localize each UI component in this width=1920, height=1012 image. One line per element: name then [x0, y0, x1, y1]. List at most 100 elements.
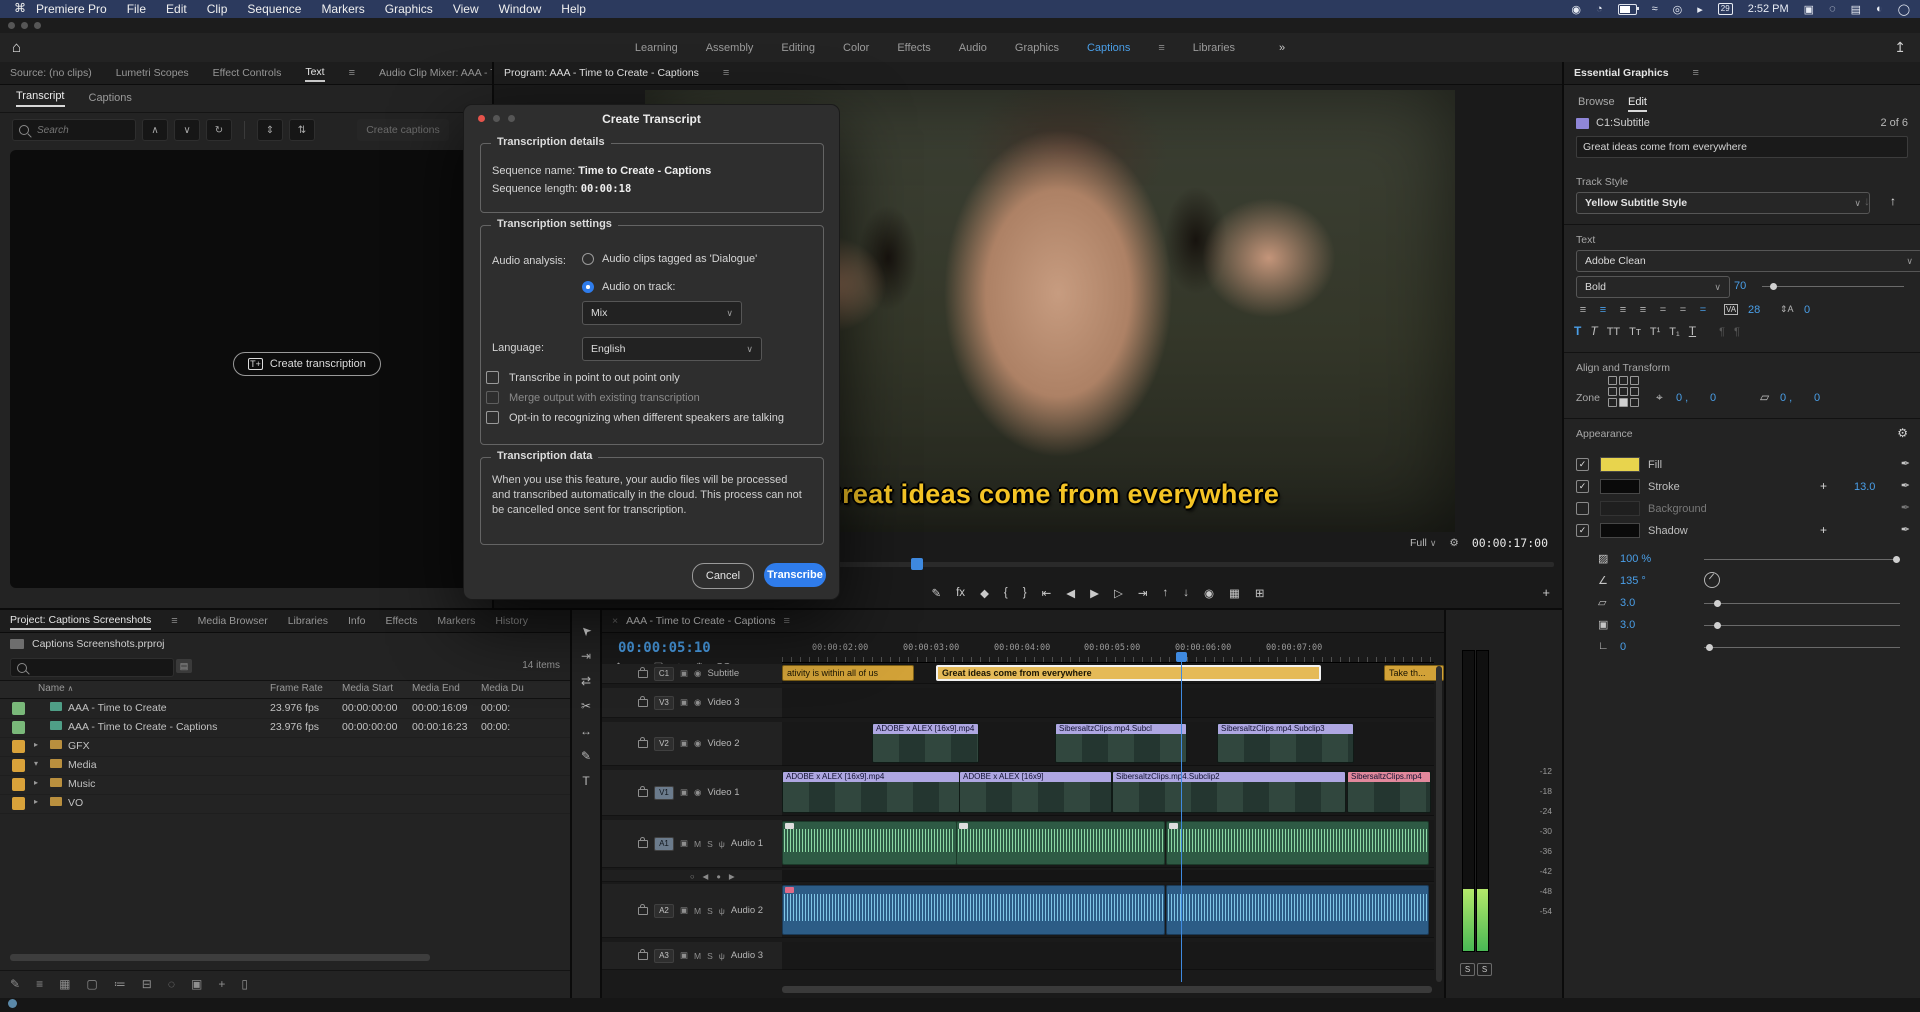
lock-icon[interactable]	[638, 670, 648, 678]
checkbox-icon[interactable]	[486, 411, 499, 424]
pen-icon[interactable]: ✎	[931, 586, 941, 600]
v2-track-content[interactable]: ADOBE x ALEX [16x9].mp4 SibersaltzClips.…	[782, 722, 1434, 766]
sync-lock-icon[interactable]: ▣	[680, 838, 688, 849]
tab-info[interactable]: Info	[348, 615, 366, 627]
a2-track-content[interactable]	[782, 884, 1434, 938]
font-style-dropdown[interactable]: Bold∨	[1576, 276, 1730, 298]
stroke-checkbox[interactable]: ✓	[1576, 480, 1589, 493]
justify-all-icon[interactable]: =	[1694, 302, 1712, 317]
v1-track-content[interactable]: ADOBE x ALEX [16x9].mp4 ADOBE x ALEX [16…	[782, 770, 1434, 816]
menu-item[interactable]: File	[127, 2, 146, 16]
program-settings-wrench-icon[interactable]: ⚙	[1449, 537, 1458, 549]
automate-sequence-icon[interactable]: ⊟	[142, 977, 152, 991]
add-shadow-icon[interactable]: +	[1820, 523, 1827, 537]
find-icon[interactable]: ◌	[168, 977, 175, 991]
mark-out-icon[interactable]: }	[1023, 587, 1027, 599]
subtab-captions[interactable]: Captions	[89, 92, 132, 104]
justify-last-center-icon[interactable]: =	[1654, 302, 1672, 317]
dialogue-radio-label[interactable]: Audio clips tagged as 'Dialogue'	[602, 253, 757, 265]
workspace-tab-assembly[interactable]: Assembly	[706, 42, 754, 54]
label-swatch[interactable]	[12, 702, 25, 715]
checkbox-icon[interactable]	[486, 371, 499, 384]
create-transcription-button[interactable]: T+ Create transcription	[233, 352, 381, 376]
tab-lumetri-scopes[interactable]: Lumetri Scopes	[116, 67, 189, 79]
language-dropdown[interactable]: English∨	[582, 337, 762, 361]
offset-y-value[interactable]: 0	[1814, 392, 1820, 404]
new-item-icon[interactable]: +	[218, 977, 225, 991]
stroke-swatch[interactable]	[1600, 479, 1640, 494]
all-caps-icon[interactable]: TT	[1607, 326, 1620, 338]
project-row[interactable]: ▸ Music	[0, 776, 570, 795]
eg-tab-browse[interactable]: Browse	[1578, 96, 1615, 108]
tab-source[interactable]: Source: (no clips)	[10, 67, 92, 79]
background-swatch[interactable]	[1600, 501, 1640, 516]
workspace-overflow-icon[interactable]: »	[1279, 42, 1285, 54]
apple-logo-icon[interactable]: ⌘	[14, 1, 26, 15]
align-center-icon[interactable]: ≡	[1594, 302, 1612, 317]
calendar-icon[interactable]: 29	[1718, 3, 1733, 15]
program-scrubber-playhead[interactable]	[911, 558, 923, 570]
info-icon[interactable]: ◎	[1673, 3, 1683, 16]
menu-item[interactable]: Clip	[207, 2, 228, 16]
caption-clip[interactable]: ativity is within all of us	[782, 665, 914, 681]
offset-x-value[interactable]: 0 ,	[1780, 392, 1792, 404]
timeline-timecode[interactable]: 00:00:05:10	[618, 640, 711, 656]
item-name[interactable]: GFX	[68, 740, 90, 752]
justify-last-left-icon[interactable]: ≡	[1634, 302, 1652, 317]
slider-knob[interactable]	[1714, 600, 1721, 607]
project-panel-menu-icon[interactable]: ≡	[171, 615, 177, 627]
window-minimize-button[interactable]	[21, 22, 28, 29]
track-output-icon[interactable]: ◉	[694, 697, 701, 708]
track-box[interactable]: C1	[654, 667, 674, 681]
font-size-slider[interactable]	[1762, 286, 1904, 287]
solo-button[interactable]: S	[707, 839, 713, 849]
share-icon[interactable]: ↥	[1894, 39, 1906, 56]
font-size-value[interactable]: 70	[1734, 280, 1746, 292]
workspace-tab-effects[interactable]: Effects	[897, 42, 930, 54]
video-clip[interactable]: ADOBE x ALEX [16x9].mp4	[782, 771, 960, 813]
shadow-opacity-slider[interactable]	[1704, 559, 1900, 560]
clock-icon[interactable]: ◔	[1596, 3, 1603, 15]
disclosure-arrow[interactable]: ▸	[34, 740, 38, 749]
track-output-icon[interactable]: ◉	[694, 738, 701, 749]
item-name[interactable]: Music	[68, 778, 95, 790]
button-editor-plus-icon[interactable]: +	[1542, 585, 1550, 600]
column-media-end[interactable]: Media End	[412, 683, 460, 694]
time-machine-icon[interactable]: ◯	[1898, 3, 1910, 16]
workspace-tab-learning[interactable]: Learning	[635, 42, 678, 54]
project-row[interactable]: ▾ Media	[0, 757, 570, 776]
label-swatch[interactable]	[12, 721, 25, 734]
transcript-search[interactable]	[12, 119, 136, 141]
fill-swatch[interactable]	[1600, 457, 1640, 472]
sync-lock-icon[interactable]: ▣	[680, 905, 688, 916]
workspace-tab-graphics[interactable]: Graphics	[1015, 42, 1059, 54]
creative-cloud-icon[interactable]: ◉	[1571, 3, 1581, 16]
column-name[interactable]: Name ∧	[38, 683, 73, 694]
delete-icon[interactable]: ▯	[241, 977, 248, 991]
ltr-paragraph-icon[interactable]: ¶	[1719, 326, 1725, 338]
caption-clip-selected[interactable]: Great ideas come from everywhere	[936, 665, 1321, 681]
playhead-line[interactable]	[1181, 662, 1182, 982]
window-close-button[interactable]	[8, 22, 15, 29]
workspace-menu-icon[interactable]: ≡	[1158, 42, 1164, 54]
tab-essential-graphics[interactable]: Essential Graphics	[1574, 65, 1669, 81]
playback-resolution-dropdown[interactable]: Full ∨	[1410, 537, 1436, 549]
track-box[interactable]: V2	[654, 737, 674, 751]
track-output-icon[interactable]: ◉	[694, 787, 701, 798]
window-zoom-button[interactable]	[34, 22, 41, 29]
shadow-blur-value[interactable]: 0	[1620, 641, 1626, 653]
mute-button[interactable]: M	[694, 951, 701, 961]
video-clip[interactable]: SibersaltzClips.mp4.Subclip2	[1112, 771, 1346, 813]
superscript-icon[interactable]: T¹	[1650, 326, 1660, 338]
align-right-icon[interactable]: ≡	[1614, 302, 1632, 317]
settings-checkbox-row[interactable]: Opt-in to recognizing when different spe…	[486, 411, 784, 424]
track-select-forward-tool[interactable]: ⇥	[581, 649, 591, 663]
label-swatch[interactable]	[12, 778, 25, 791]
audio-clip[interactable]	[782, 885, 1165, 935]
timeline-menu-icon[interactable]: ≡	[784, 615, 790, 627]
play-circle-icon[interactable]: ▸	[1697, 3, 1703, 16]
font-family-dropdown[interactable]: Adobe Clean∨	[1576, 250, 1920, 272]
small-caps-icon[interactable]: Tᴛ	[1629, 326, 1641, 338]
mute-button[interactable]: M	[694, 906, 701, 916]
column-media-duration[interactable]: Media Du	[481, 683, 524, 694]
